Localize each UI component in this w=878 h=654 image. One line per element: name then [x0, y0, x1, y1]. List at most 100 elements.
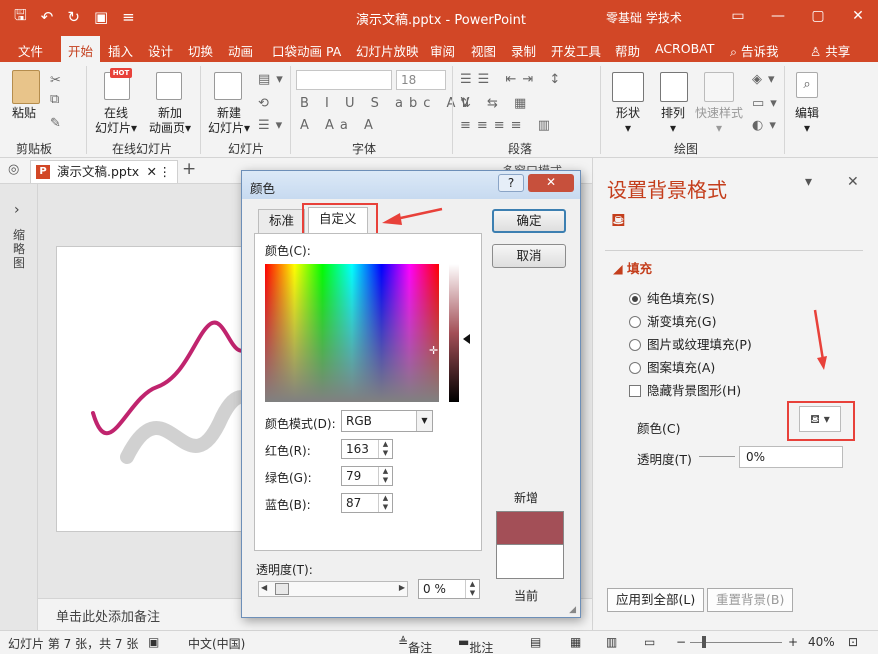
tab-more-icon[interactable]: ⋮ [159, 161, 172, 182]
hide-background-option[interactable]: 隐藏背景图形(H) [629, 380, 741, 399]
paste-icon[interactable] [12, 70, 40, 104]
zoom-level[interactable]: 40% [808, 635, 835, 649]
redo-icon[interactable]: ↻ [67, 8, 80, 26]
cut-icon[interactable]: ✂ [50, 70, 70, 92]
online-slide-button[interactable]: 在线 幻灯片▾ [92, 106, 140, 136]
fill-section-header[interactable]: ◢ 填充 [613, 258, 652, 277]
font-color-buttons[interactable]: A Aa A [300, 118, 379, 133]
luminance-bar[interactable] [449, 264, 459, 402]
tab-help[interactable]: 帮助 [615, 41, 640, 60]
dialog-transparency-slider[interactable]: ◀ ▶ [258, 581, 408, 597]
tab-tellme[interactable]: ⌕ 告诉我 [730, 41, 779, 60]
reset-background-button[interactable]: 重置背景(B) [707, 588, 794, 612]
arrange-icon[interactable] [660, 72, 688, 102]
new-animation-page-button[interactable]: 新加 动画页▾ [144, 106, 196, 136]
tab-slideshow[interactable]: 幻灯片放映 [356, 41, 419, 60]
solid-fill-option[interactable]: 纯色填充(S) [629, 288, 715, 307]
shape-outline-icon[interactable]: ▭▾ [752, 96, 783, 111]
copy-icon[interactable]: ⧉ [50, 92, 65, 107]
arrange-button[interactable]: 排列 ▾ [658, 106, 688, 136]
format-painter-icon[interactable]: ✎ [50, 116, 67, 131]
user-name[interactable]: 零基础 学技术 [606, 9, 682, 26]
direction-buttons[interactable]: ⇅ ⇆ ▦ [460, 96, 532, 111]
red-input[interactable]: 163 ▲ ▼ [341, 439, 393, 459]
slideshow-view-icon[interactable]: ▭ [644, 635, 655, 649]
green-spinner[interactable]: ▲ ▼ [378, 467, 392, 485]
tab-view[interactable]: 视图 [471, 41, 496, 60]
tab-transitions[interactable]: 切换 [188, 41, 213, 60]
section-icon[interactable]: ☰▾ [258, 118, 288, 133]
quick-style-button[interactable]: 快速样式 ▾ [694, 106, 744, 136]
save-icon[interactable]: 🖫 [14, 5, 27, 30]
find-icon[interactable]: ⌕ [796, 72, 818, 98]
restore-button[interactable]: ▢ [798, 0, 838, 34]
fill-bucket-icon[interactable]: ⛾ [611, 210, 633, 232]
shapes-icon[interactable] [612, 72, 644, 102]
quick-style-icon[interactable] [704, 72, 734, 102]
tab-review[interactable]: 审阅 [430, 41, 455, 60]
tab-animations[interactable]: 动画 [228, 41, 253, 60]
tab-developer[interactable]: 开发工具 [551, 41, 601, 60]
color-mode-select[interactable]: RGB ▼ [341, 410, 433, 432]
expand-thumbnails-icon[interactable]: › [14, 202, 20, 218]
picture-fill-radio[interactable] [629, 339, 641, 351]
gradient-fill-option[interactable]: 渐变填充(G) [629, 311, 716, 330]
undo-icon[interactable]: ↶ [41, 8, 54, 26]
green-input[interactable]: 79 ▲ ▼ [341, 466, 393, 486]
dialog-title-bar[interactable]: 颜色 ? ✕ [242, 171, 580, 199]
share-button[interactable]: ♙ 共享 [810, 41, 850, 60]
reading-view-icon[interactable]: ▥ [606, 635, 617, 649]
dialog-close-button[interactable]: ✕ [528, 174, 574, 192]
align-buttons[interactable]: ≡≡≡≡ ▥ [460, 118, 556, 133]
color-spectrum[interactable] [265, 264, 439, 402]
ok-button[interactable]: 确定 [492, 209, 566, 233]
zoom-slider-thumb[interactable] [702, 636, 706, 648]
new-slide-icon[interactable] [214, 72, 242, 100]
slider-left-icon[interactable]: ◀ [261, 583, 267, 592]
shape-effects-icon[interactable]: ◐▾ [752, 118, 782, 133]
tab-file[interactable]: 文件 [18, 41, 43, 60]
paste-button[interactable]: 粘贴 [12, 106, 36, 121]
close-window-button[interactable]: ✕ [838, 0, 878, 34]
tab-pocket-animation[interactable]: 口袋动画 PA [272, 41, 341, 60]
notes-button[interactable]: ≜ 备注 [398, 635, 432, 654]
new-tab-icon[interactable]: + [182, 159, 196, 179]
tab-record[interactable]: 录制 [511, 41, 536, 60]
edit-button[interactable]: 编辑 ▾ [792, 106, 822, 136]
help-button[interactable]: ? [498, 174, 524, 192]
gradient-fill-radio[interactable] [629, 316, 641, 328]
ribbon-display-icon[interactable]: ▭ [718, 0, 758, 34]
shapes-button[interactable]: 形状 ▾ [614, 106, 642, 136]
cancel-button[interactable]: 取消 [492, 244, 566, 268]
transparency-slider[interactable] [699, 456, 735, 457]
shape-fill-icon[interactable]: ◈▾ [752, 72, 781, 87]
tab-design[interactable]: 设计 [148, 41, 173, 60]
tab-nav-icon[interactable]: ◎ [8, 162, 19, 177]
zoom-in-icon[interactable]: + [788, 635, 798, 649]
spellcheck-icon[interactable]: ▣ [148, 635, 159, 649]
minimize-button[interactable]: — [758, 0, 798, 34]
solid-fill-radio[interactable] [629, 293, 641, 305]
blue-spinner[interactable]: ▲ ▼ [378, 494, 392, 512]
blue-input[interactable]: 87 ▲ ▼ [341, 493, 393, 513]
slider-right-icon[interactable]: ▶ [399, 583, 405, 592]
new-animation-page-icon[interactable] [156, 72, 182, 100]
pattern-fill-radio[interactable] [629, 362, 641, 374]
dialog-transparency-input[interactable]: 0 % ▲ ▼ [418, 579, 480, 599]
tab-insert[interactable]: 插入 [108, 41, 133, 60]
apply-all-button[interactable]: 应用到全部(L) [607, 588, 705, 612]
reset-icon[interactable]: ⟲ [258, 96, 275, 111]
layout-icon[interactable]: ▤▾ [258, 72, 289, 87]
font-name-input[interactable] [296, 70, 392, 90]
normal-view-icon[interactable]: ▤ [530, 635, 541, 649]
document-tab[interactable]: P 演示文稿.pptx ✕ ⋮ [30, 160, 178, 183]
pane-close-icon[interactable]: ✕ [847, 174, 859, 190]
picture-fill-option[interactable]: 图片或纹理填充(P) [629, 334, 752, 353]
transparency-input[interactable]: 0% [739, 446, 843, 468]
thumbnails-label[interactable]: 缩略图 [13, 228, 27, 270]
tab-acrobat[interactable]: ACROBAT [655, 41, 714, 56]
close-tab-icon[interactable]: ✕ [147, 161, 157, 182]
slider-thumb[interactable] [275, 583, 289, 595]
luminance-pointer[interactable] [463, 334, 470, 344]
list-buttons[interactable]: ☰☰ ⇤⇥ ↕ [460, 72, 566, 87]
